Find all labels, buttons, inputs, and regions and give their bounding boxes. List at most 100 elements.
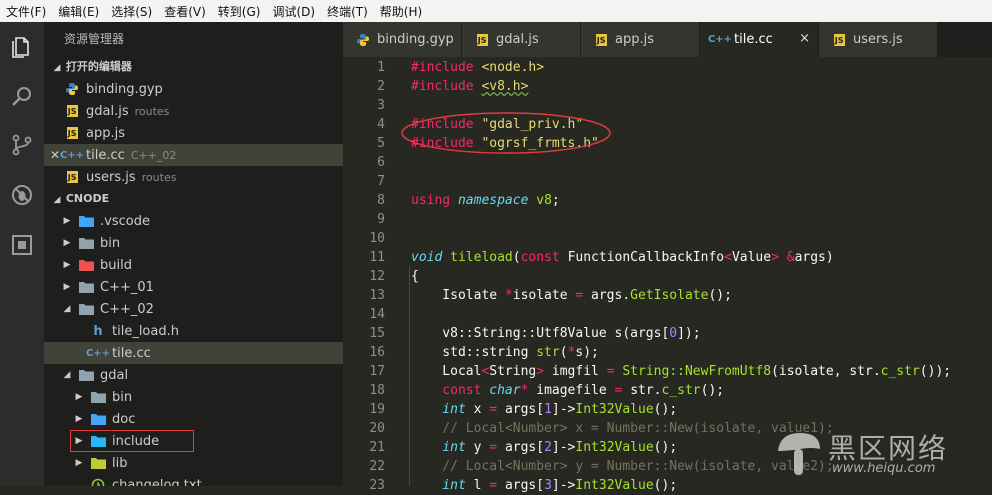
line-number: 20 — [369, 421, 385, 436]
code-token: Local — [411, 364, 482, 379]
tab-tile-cc[interactable]: C++ tile.cc × — [700, 22, 818, 57]
code-token: int — [411, 440, 474, 455]
tree-item[interactable]: ◢ gdal — [44, 364, 343, 386]
tree-item-label: changelog.txt — [112, 477, 202, 487]
red-box-annotation — [70, 430, 194, 452]
open-editor-item[interactable]: JS app.js — [44, 122, 343, 144]
line-number: 9 — [377, 212, 385, 227]
code-line: 11 void tileload(const FunctionCallbackIn… — [343, 248, 992, 267]
source-control-icon[interactable] — [5, 128, 39, 162]
menu-item-3[interactable]: 查看(V) — [158, 3, 212, 20]
code-token: 0 — [669, 326, 678, 341]
tree-item-label: doc — [112, 411, 136, 427]
code-line: 13 Isolate *isolate = args.GetIsolate(); — [343, 286, 992, 305]
vscode-folder-icon — [78, 213, 94, 229]
tree-item[interactable]: ▶ doc — [44, 408, 343, 430]
open-editor-item[interactable]: ✕ C++ tile.cc C++_02 — [44, 144, 343, 166]
tree-item[interactable]: ▶ C++_01 — [44, 276, 343, 298]
code-token: ]-> — [551, 440, 576, 455]
code-text: { — [411, 267, 419, 286]
code-token: (isolate, str. — [771, 364, 881, 379]
open-editors-header[interactable]: ◢ 打开的编辑器 — [44, 56, 343, 78]
code-token: GetIsolate — [630, 288, 709, 303]
activity-bar — [0, 22, 44, 486]
code-token: ; — [551, 193, 568, 208]
code-token: String — [489, 364, 537, 379]
tree-item[interactable]: changelog.txt — [44, 474, 343, 486]
code-text: const char* imagefile = str.c_str(); — [411, 381, 724, 400]
code-token: = — [489, 440, 505, 455]
tab-users-js[interactable]: JS users.js — [819, 22, 937, 57]
menu-item-1[interactable]: 编辑(E) — [52, 3, 105, 20]
code-token: s); — [575, 345, 599, 360]
line-number: 12 — [369, 269, 385, 284]
files-icon[interactable] — [5, 30, 39, 64]
open-editor-item[interactable]: binding.gyp — [44, 78, 343, 100]
code-token: { — [411, 269, 419, 284]
debug-icon[interactable] — [5, 178, 39, 212]
tree-item-label: C++_01 — [100, 279, 154, 295]
folder-icon — [78, 235, 94, 251]
code-line: 16 std::string str(*s); — [343, 343, 992, 362]
line-number: 5 — [377, 136, 385, 151]
line-number: 1 — [377, 60, 385, 75]
code-token: = — [575, 288, 592, 303]
changelog-icon — [90, 477, 106, 486]
line-number: 14 — [369, 307, 385, 322]
close-icon[interactable]: × — [799, 31, 810, 46]
open-editor-desc: routes — [141, 170, 177, 184]
code-token: v8 — [536, 193, 552, 208]
line-number: 4 — [377, 117, 385, 132]
tab-gdal-js[interactable]: JS gdal.js — [462, 22, 580, 57]
code-token: y — [473, 440, 490, 455]
code-line: 9 — [343, 210, 992, 229]
folder-open-icon — [78, 367, 94, 383]
code-line: 17 Local<String> imgfil = String::NewFro… — [343, 362, 992, 381]
menu-item-4[interactable]: 转到(G) — [212, 3, 267, 20]
menu-item-2[interactable]: 选择(S) — [105, 3, 158, 20]
line-number: 22 — [369, 459, 385, 474]
search-icon[interactable] — [5, 80, 39, 114]
tree-item[interactable]: ◢ C++_02 — [44, 298, 343, 320]
code-token: ( — [512, 250, 521, 265]
code-token: String::NewFromUtf8 — [622, 364, 772, 379]
code-token: x — [473, 402, 490, 417]
line-number: 19 — [369, 402, 385, 417]
tree-item[interactable]: ▶ build — [44, 254, 343, 276]
folder-icon — [78, 279, 94, 295]
menu-item-7[interactable]: 帮助(H) — [374, 3, 428, 20]
project-header[interactable]: ◢ CNODE — [44, 188, 343, 210]
code-line: 19 int x = args[1]->Int32Value(); — [343, 400, 992, 419]
tree-item[interactable]: ▶ include — [44, 430, 343, 452]
tab-app-js[interactable]: JS app.js — [581, 22, 699, 57]
code-token: Int32Value — [575, 402, 654, 417]
open-editor-item[interactable]: JS gdal.js routes — [44, 100, 343, 122]
extensions-icon[interactable] — [5, 228, 39, 262]
mushroom-logo-icon — [778, 433, 820, 475]
code-token: #include — [411, 79, 482, 94]
line-number: 10 — [369, 231, 385, 246]
code-line: 12 { — [343, 267, 992, 286]
menu-item-6[interactable]: 终端(T) — [321, 3, 374, 20]
chevron-icon: ◢ — [63, 370, 71, 380]
tree-item[interactable]: h tile_load.h — [44, 320, 343, 342]
line-number: 7 — [377, 174, 385, 189]
tree-item-label: tile.cc — [112, 345, 151, 361]
tree-item[interactable]: ▶ .vscode — [44, 210, 343, 232]
code-text: int y = args[2]->Int32Value(); — [411, 438, 677, 457]
open-editor-name: binding.gyp — [86, 81, 163, 97]
line-number: 3 — [377, 98, 385, 113]
code-token: ( — [559, 345, 568, 360]
tree-item[interactable]: ▶ bin — [44, 386, 343, 408]
open-editor-name: gdal.js — [86, 103, 129, 119]
open-editor-item[interactable]: JS users.js routes — [44, 166, 343, 188]
tab-label: gdal.js — [496, 32, 539, 47]
code-token: ]-> — [551, 402, 576, 417]
menu-item-0[interactable]: 文件(F) — [0, 3, 52, 20]
code-token: ()); — [919, 364, 952, 379]
tree-item[interactable]: C++ tile.cc — [44, 342, 343, 364]
tree-item[interactable]: ▶ bin — [44, 232, 343, 254]
tab-binding-gyp[interactable]: binding.gyp — [343, 22, 461, 57]
tree-item[interactable]: ▶ lib — [44, 452, 343, 474]
menu-item-5[interactable]: 调试(D) — [266, 3, 321, 20]
